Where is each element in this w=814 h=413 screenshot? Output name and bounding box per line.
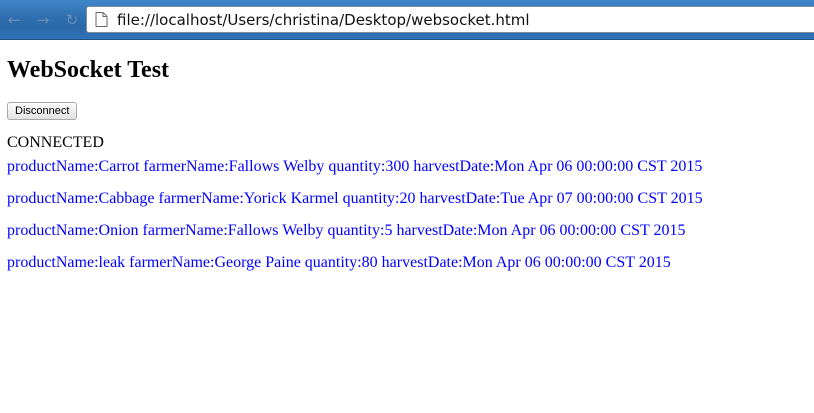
- message-item: productName:Carrot farmerName:Fallows We…: [7, 158, 703, 175]
- disconnect-button[interactable]: Disconnect: [7, 102, 78, 120]
- back-arrow-icon[interactable]: ←: [4, 10, 24, 30]
- reload-icon[interactable]: ↻: [62, 10, 82, 30]
- connection-status: CONNECTED: [7, 134, 104, 151]
- page-title: WebSocket Test: [7, 57, 170, 83]
- address-text[interactable]: file://localhost/Users/christina/Desktop…: [117, 11, 530, 29]
- message-item: productName:Cabbage farmerName:Yorick Ka…: [7, 190, 703, 207]
- browser-toolbar: ← → ↻ file://localhost/Users/christina/D…: [0, 0, 814, 40]
- page-icon: [95, 12, 108, 27]
- message-item: productName:Onion farmerName:Fallows Wel…: [7, 222, 686, 239]
- page-content: WebSocket Test Disconnect CONNECTED prod…: [0, 56, 814, 272]
- address-bar[interactable]: file://localhost/Users/christina/Desktop…: [86, 6, 814, 33]
- forward-arrow-icon[interactable]: →: [33, 10, 53, 30]
- message-item: productName:leak farmerName:George Paine…: [7, 254, 671, 271]
- message-list: productName:Carrot farmerName:Fallows We…: [7, 158, 814, 272]
